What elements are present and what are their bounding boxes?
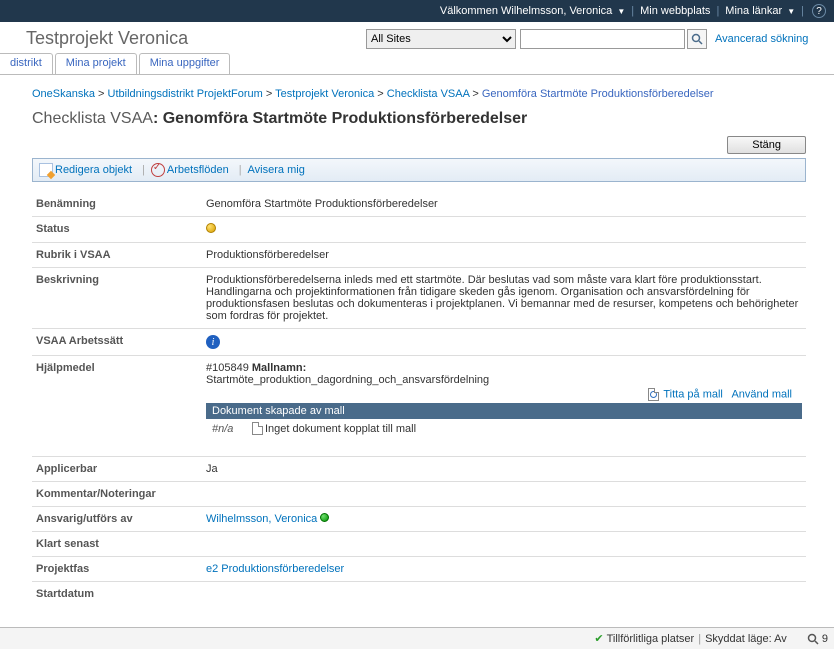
field-label: Hjälpmedel (32, 360, 202, 452)
breadcrumb-current: Genomföra Startmöte Produktionsförberede… (482, 88, 714, 100)
tab-mina-projekt[interactable]: Mina projekt (55, 53, 137, 74)
close-button[interactable]: Stäng (727, 136, 806, 154)
top-tabs: distrikt Mina projekt Mina uppgifter (0, 53, 834, 75)
workflows-link[interactable]: Arbetsflöden (167, 164, 229, 176)
breadcrumb: OneSkanska > Utbildningsdistrikt Projekt… (32, 87, 816, 102)
global-top-bar: Välkommen Wilhelmsson, Veronica ▼ | Min … (0, 0, 834, 22)
edit-item-link[interactable]: Redigera objekt (55, 164, 132, 176)
field-value: Ja (202, 461, 806, 477)
field-value: e2 Produktionsförberedelser (202, 561, 806, 577)
field-label: Klart senast (32, 536, 202, 552)
status-yellow-icon (206, 223, 216, 233)
page-title: Checklista VSAA: Genomföra Startmöte Pro… (32, 110, 816, 128)
separator: | (239, 164, 242, 176)
field-row: Benämning Genomföra Startmöte Produktion… (32, 192, 806, 217)
field-value: Produktionsförberedelser (202, 247, 806, 263)
field-row: Rubrik i VSAA Produktionsförberedelser (32, 243, 806, 268)
field-value (202, 586, 806, 602)
field-label: Kommentar/Noteringar (32, 486, 202, 502)
field-value: Genomföra Startmöte Produktionsförberede… (202, 196, 806, 212)
close-button-row: Stäng (32, 136, 816, 154)
responsible-person-link[interactable]: Wilhelmsson, Veronica (206, 513, 317, 525)
magnifier-icon (691, 33, 703, 45)
separator: | (801, 5, 804, 17)
field-row: Startdatum (32, 582, 806, 606)
field-label: Rubrik i VSAA (32, 247, 202, 263)
tab-mina-uppgifter[interactable]: Mina uppgifter (139, 53, 231, 74)
breadcrumb-link[interactable]: Checklista VSAA (387, 88, 470, 100)
docs-table-header: Dokument skapade av mall (206, 403, 802, 419)
breadcrumb-link[interactable]: OneSkanska (32, 88, 95, 100)
field-row: Ansvarig/utförs av Wilhelmsson, Veronica (32, 507, 806, 532)
search-scope-select[interactable]: All Sites (366, 29, 516, 49)
edit-icon (39, 163, 53, 177)
info-icon[interactable]: i (206, 335, 220, 349)
site-header: Testprojekt Veronica All Sites Avancerad… (0, 22, 834, 53)
field-label: Benämning (32, 196, 202, 212)
presence-online-icon (320, 513, 329, 522)
browser-status-bar: ✔ Tillförlitliga platser | Skyddat läge:… (0, 627, 834, 649)
doc-id-na: #n/a (212, 423, 252, 435)
field-label: VSAA Arbetssätt (32, 333, 202, 351)
chevron-down-icon: ▼ (787, 7, 795, 16)
field-list: Benämning Genomföra Startmöte Produktion… (32, 192, 806, 606)
separator: | (698, 633, 701, 645)
field-value: i (202, 333, 806, 351)
alert-me-link[interactable]: Avisera mig (248, 164, 305, 176)
field-value: Wilhelmsson, Veronica (202, 511, 806, 527)
use-template-link[interactable]: Använd mall (731, 389, 792, 401)
field-label: Applicerbar (32, 461, 202, 477)
separator: | (631, 5, 634, 17)
field-label: Status (32, 221, 202, 238)
document-icon (252, 422, 263, 435)
separator: | (716, 5, 719, 17)
trusted-sites-label: Tillförlitliga platser (607, 633, 695, 645)
welcome-user-menu[interactable]: Välkommen Wilhelmsson, Veronica ▼ (440, 5, 625, 17)
search-area: All Sites Avancerad sökning (366, 29, 808, 49)
magnifier-icon (807, 633, 819, 645)
tab-distrikt[interactable]: distrikt (0, 53, 53, 74)
no-doc-text: Inget dokument kopplat till mall (265, 423, 416, 435)
protected-mode-label: Skyddat läge: Av (705, 633, 787, 645)
table-row: #n/a Inget dokument kopplat till mall (206, 419, 802, 438)
breadcrumb-link[interactable]: Testprojekt Veronica (275, 88, 374, 100)
field-value (202, 221, 806, 238)
view-template-icon (648, 388, 659, 401)
my-links-menu[interactable]: Mina länkar ▼ (725, 5, 795, 17)
main-content: OneSkanska > Utbildningsdistrikt Projekt… (0, 75, 834, 606)
search-go-button[interactable] (687, 29, 707, 49)
template-heading: #105849 Mallnamn: Startmöte_produktion_d… (206, 362, 802, 386)
field-row: Status (32, 217, 806, 243)
zoom-control[interactable]: 9 (807, 633, 828, 645)
field-value: Produktionsförberedelserna inleds med et… (202, 272, 806, 324)
chevron-down-icon: ▼ (617, 7, 625, 16)
field-label: Startdatum (32, 586, 202, 602)
template-links: Titta på mall Använd mall (206, 386, 802, 403)
field-value (202, 486, 806, 502)
field-row: Beskrivning Produktionsförberedelserna i… (32, 268, 806, 329)
my-site-link[interactable]: Min webbplats (640, 5, 710, 17)
field-label: Ansvarig/utförs av (32, 511, 202, 527)
field-row: Applicerbar Ja (32, 457, 806, 482)
field-row: Klart senast (32, 532, 806, 557)
field-row: Projektfas e2 Produktionsförberedelser (32, 557, 806, 582)
advanced-search-link[interactable]: Avancerad sökning (715, 33, 808, 45)
breadcrumb-link[interactable]: Utbildningsdistrikt ProjektForum (108, 88, 263, 100)
search-input[interactable] (520, 29, 685, 49)
field-row: Kommentar/Noteringar (32, 482, 806, 507)
workflow-icon (151, 163, 165, 177)
help-icon[interactable]: ? (812, 4, 826, 18)
field-row: VSAA Arbetssätt i (32, 329, 806, 356)
field-label: Projektfas (32, 561, 202, 577)
shield-icon: ✔ (594, 632, 603, 645)
site-title: Testprojekt Veronica (26, 28, 366, 49)
view-template-link[interactable]: Titta på mall (663, 389, 723, 401)
template-section: #105849 Mallnamn: Startmöte_produktion_d… (202, 360, 806, 452)
field-value (202, 536, 806, 552)
field-row: Hjälpmedel #105849 Mallnamn: Startmöte_p… (32, 356, 806, 457)
projektfas-link[interactable]: e2 Produktionsförberedelser (206, 563, 344, 575)
item-toolbar: Redigera objekt | Arbetsflöden | Avisera… (32, 158, 806, 182)
field-label: Beskrivning (32, 272, 202, 324)
separator: | (142, 164, 145, 176)
